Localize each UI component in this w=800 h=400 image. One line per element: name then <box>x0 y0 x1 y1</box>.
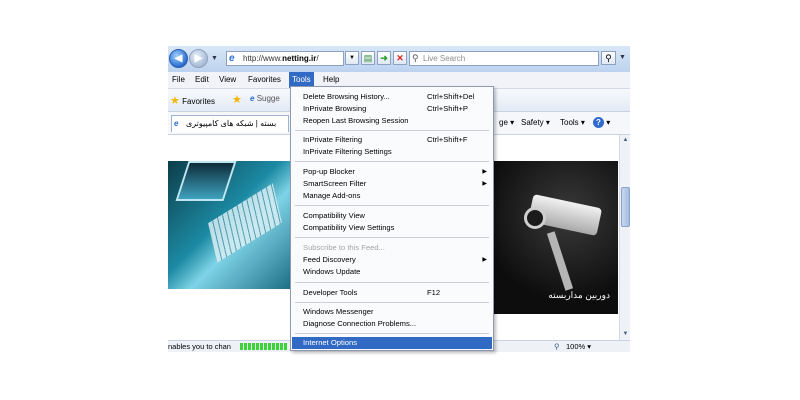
menu-item-internet-options[interactable]: Internet Options <box>292 337 492 349</box>
menu-separator <box>295 205 489 206</box>
menu-item-compatibility-view[interactable]: Compatibility View <box>292 210 492 222</box>
monitor-shape <box>175 161 237 201</box>
menu-item-compatibility-view-settings[interactable]: Compatibility View Settings <box>292 222 492 234</box>
page-menu-button[interactable]: ge ▾ <box>499 118 514 127</box>
menu-file[interactable]: File <box>169 72 188 88</box>
menu-item-delete-browsing-history[interactable]: Delete Browsing History... Ctrl+Shift+Del <box>292 91 492 103</box>
menu-item-inprivate-browsing[interactable]: InPrivate Browsing Ctrl+Shift+P <box>292 103 492 115</box>
help-icon: ? <box>593 117 604 128</box>
menu-separator <box>295 282 489 283</box>
favorites-button[interactable]: ★ Favorites <box>170 94 215 107</box>
tools-menu-button[interactable]: Tools ▾ <box>560 118 585 127</box>
status-text: nables you to chan <box>168 342 231 351</box>
menu-separator <box>295 130 489 131</box>
search-placeholder: Live Search <box>423 54 466 63</box>
scroll-up-icon[interactable]: ▲ <box>621 136 630 145</box>
menu-item-windows-update[interactable]: Windows Update <box>292 266 492 278</box>
scroll-down-icon[interactable]: ▼ <box>621 330 630 339</box>
menu-item-feed-discovery[interactable]: Feed Discovery ▶ <box>292 254 492 266</box>
zoom-level[interactable]: 100% ▾ <box>566 341 591 352</box>
submenu-arrow-icon: ▶ <box>482 181 487 187</box>
tab-current[interactable]: e بسته | شبکه های کامپیوتری <box>171 115 289 132</box>
address-toolbar: ◀ ▶ ▼ e http://www.netting.ir/ ▼ ▤ ➜ ✕ ⚲… <box>168 46 630 72</box>
menu-item-developer-tools[interactable]: Developer Tools F12 <box>292 287 492 299</box>
help-menu-button[interactable]: ? ▾ <box>593 117 610 128</box>
add-to-favorites-icon[interactable]: ★ <box>232 93 242 106</box>
submenu-arrow-icon: ▶ <box>482 169 487 175</box>
compatibility-icon[interactable]: ▤ <box>361 51 375 65</box>
menu-item-diagnose-connection[interactable]: Diagnose Connection Problems... <box>292 318 492 330</box>
search-icon[interactable]: ⚲ <box>601 51 616 65</box>
menu-favorites[interactable]: Favorites <box>245 72 284 88</box>
stop-icon[interactable]: ✕ <box>393 51 407 65</box>
menu-separator <box>295 333 489 334</box>
favorites-star-icon: ★ <box>170 95 180 107</box>
menu-separator <box>295 237 489 238</box>
image-caption: دوربین مداربسته <box>548 290 610 300</box>
tools-dropdown-menu: Delete Browsing History... Ctrl+Shift+Del… <box>290 86 494 351</box>
scroll-thumb[interactable] <box>621 187 630 227</box>
menu-item-inprivate-filtering-settings[interactable]: InPrivate Filtering Settings <box>292 146 492 158</box>
go-icon[interactable]: ➜ <box>377 51 391 65</box>
suggested-sites-link[interactable]: e Sugge <box>250 94 280 103</box>
address-url: http://www.netting.ir/ <box>243 54 319 63</box>
history-dropdown-icon[interactable]: ▼ <box>211 55 218 62</box>
address-bar[interactable]: e http://www.netting.ir/ <box>226 51 344 66</box>
menu-separator <box>295 161 489 162</box>
search-provider-icon: ⚲ <box>412 53 419 63</box>
menu-separator <box>295 302 489 303</box>
search-options-icon[interactable]: ▼ <box>619 54 626 61</box>
menu-edit[interactable]: Edit <box>192 72 212 88</box>
menu-item-inprivate-filtering[interactable]: InPrivate Filtering Ctrl+Shift+F <box>292 134 492 146</box>
menu-item-manage-addons[interactable]: Manage Add-ons <box>292 190 492 202</box>
safety-menu-button[interactable]: Safety ▾ <box>521 118 550 127</box>
tab-title: بسته | شبکه های کامپیوتری <box>186 119 277 128</box>
ie-page-icon: e <box>250 94 255 103</box>
address-dropdown-icon[interactable]: ▼ <box>345 51 359 65</box>
zoom-icon[interactable]: ⚲ <box>554 341 560 352</box>
menu-item-subscribe-feed: Subscribe to this Feed... <box>303 243 385 252</box>
camera-mount <box>546 231 574 291</box>
camera-lens <box>524 207 546 229</box>
forward-button[interactable]: ▶ <box>189 49 208 68</box>
search-input[interactable]: ⚲ Live Search <box>409 51 599 66</box>
favorites-label: Favorites <box>182 97 216 106</box>
menu-item-popup-blocker[interactable]: Pop-up Blocker ▶ <box>292 166 492 178</box>
computer-keyboard-image <box>168 161 290 289</box>
submenu-arrow-icon: ▶ <box>482 257 487 263</box>
vertical-scrollbar[interactable]: ▲ ▼ <box>619 135 630 340</box>
ie-page-icon: e <box>229 53 235 64</box>
back-button[interactable]: ◀ <box>169 49 188 68</box>
menu-view[interactable]: View <box>216 72 239 88</box>
menu-item-windows-messenger[interactable]: Windows Messenger <box>292 306 492 318</box>
suggested-sites-label: Sugge <box>256 94 280 103</box>
menu-item-reopen-last-session[interactable]: Reopen Last Browsing Session <box>292 115 492 127</box>
menu-item-smartscreen-filter[interactable]: SmartScreen Filter ▶ <box>292 178 492 190</box>
ie-page-icon: e <box>174 119 179 128</box>
status-progress-bar <box>240 343 288 350</box>
